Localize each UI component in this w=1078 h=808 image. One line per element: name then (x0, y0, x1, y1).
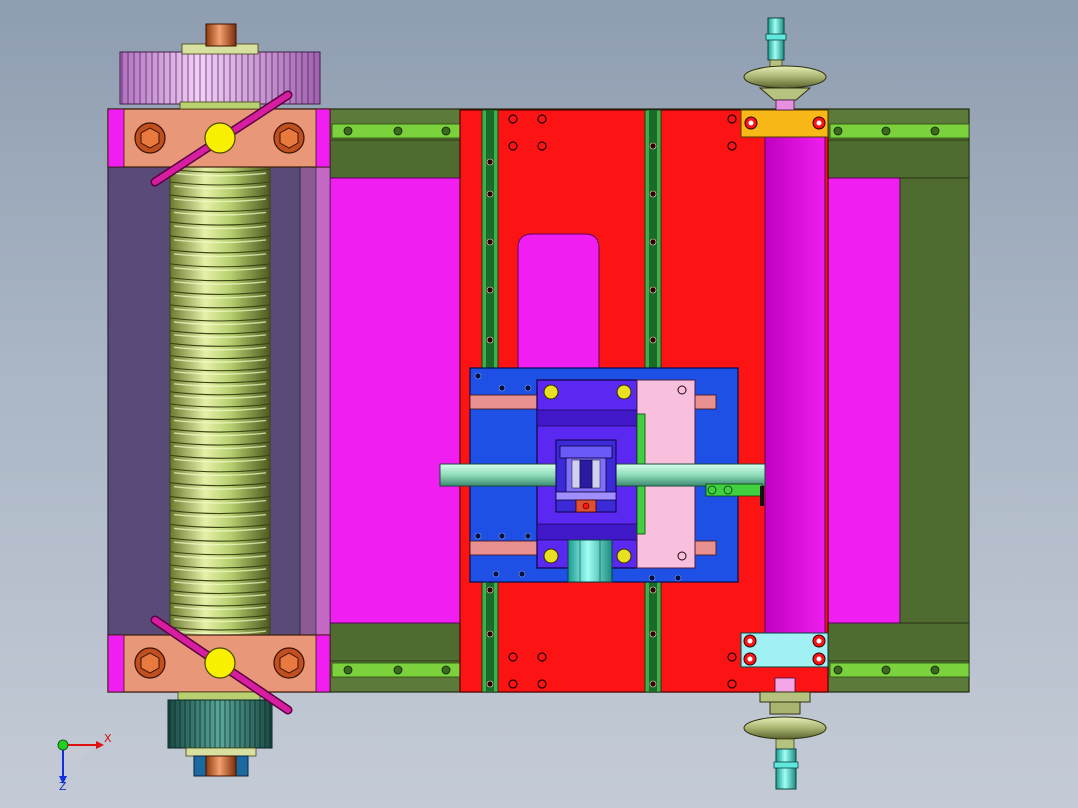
guide-rail-bottom-right (829, 662, 970, 678)
lead-screw[interactable] (169, 164, 271, 636)
bracket-top[interactable] (740, 109, 829, 138)
cavity-right[interactable] (827, 177, 970, 624)
guide-rail-top-left (331, 123, 461, 139)
hex-bolt-icon (273, 122, 305, 154)
axis-triad[interactable]: X Z (57, 732, 112, 793)
x-axis-arrow-icon (96, 741, 104, 749)
handwheel-bottom[interactable] (743, 677, 827, 790)
cyan-connector[interactable] (567, 539, 613, 583)
z-axis-label: Z (59, 780, 67, 793)
guide-rail-top-right (829, 123, 970, 139)
center-mechanism[interactable] (555, 439, 617, 513)
hex-bolt-icon (134, 647, 166, 679)
clamp-bottom[interactable] (740, 632, 829, 668)
cavity-left[interactable] (329, 177, 461, 624)
guide-rail-bottom-left (331, 662, 461, 678)
hex-bolt-icon (134, 122, 166, 154)
hex-bolt-icon (273, 647, 305, 679)
y-axis-origin-icon (57, 739, 69, 751)
handwheel-top[interactable] (743, 17, 827, 111)
x-axis-label: X (104, 732, 112, 745)
cad-viewport[interactable]: X Z (0, 0, 1078, 808)
gear-bottom[interactable] (167, 691, 273, 777)
